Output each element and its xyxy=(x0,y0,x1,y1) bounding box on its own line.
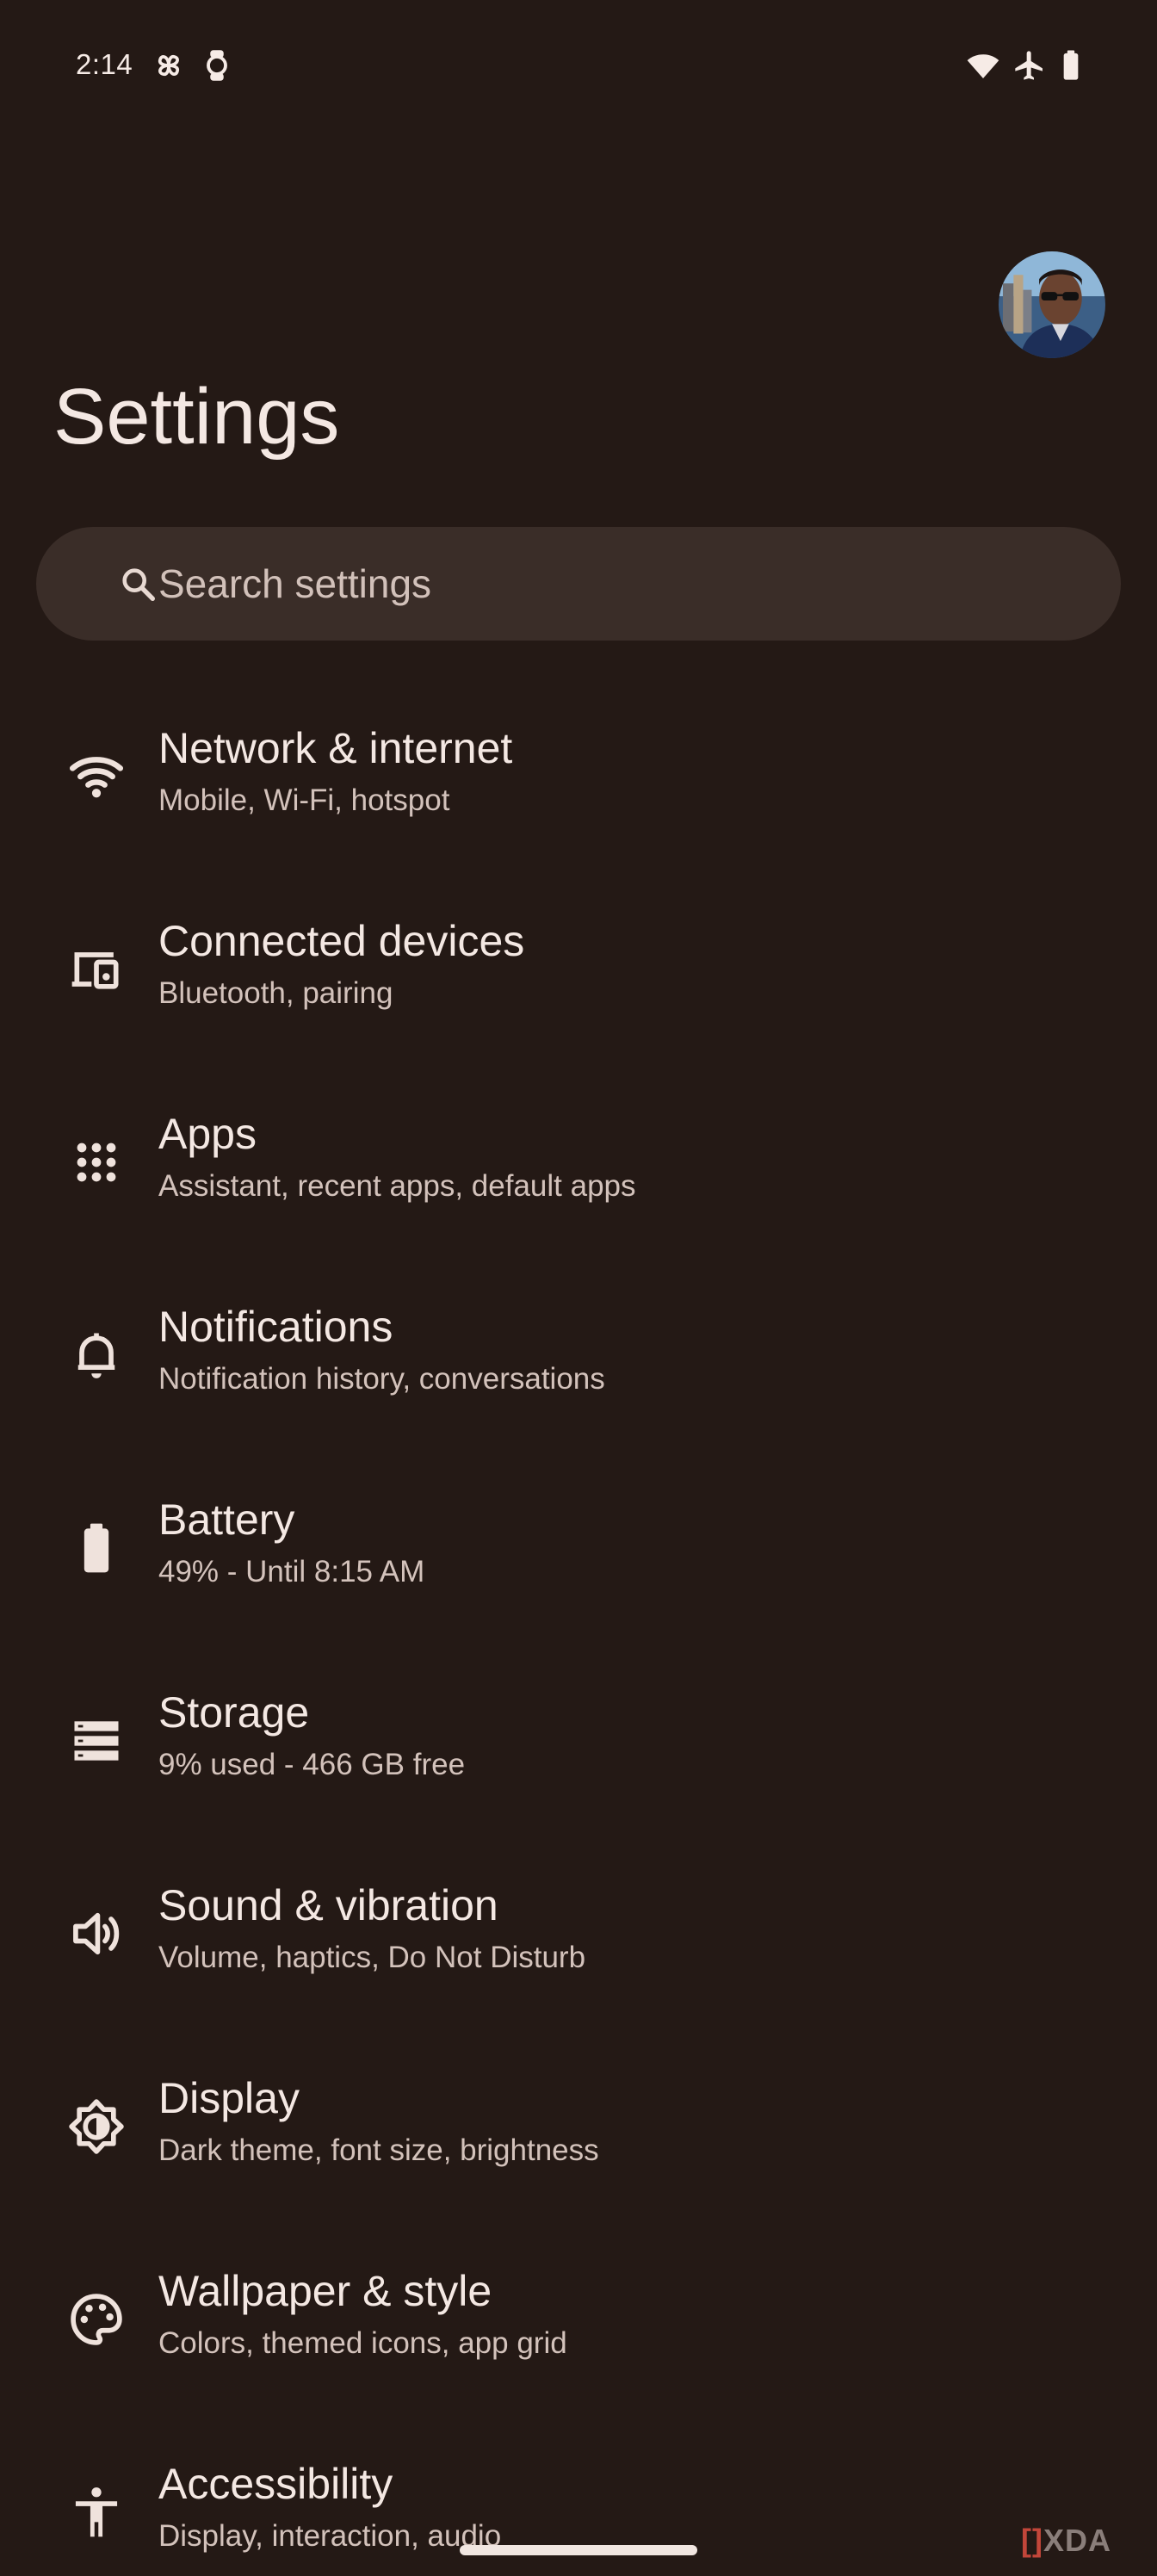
setting-title: Display xyxy=(158,2074,300,2122)
setting-title: Notifications xyxy=(158,1303,393,1351)
setting-title: Accessibility xyxy=(158,2460,393,2508)
setting-subtitle: Display, interaction, audio xyxy=(158,2519,502,2553)
speaker-icon xyxy=(67,1904,126,1963)
setting-subtitle: Assistant, recent apps, default apps xyxy=(158,1169,636,1203)
gesture-navigation-bar[interactable] xyxy=(460,2545,697,2555)
watermark-text: XDA xyxy=(1043,2523,1111,2558)
search-bar[interactable] xyxy=(36,527,1121,641)
setting-wallpaper-style[interactable]: Wallpaper & style Colors, themed icons, … xyxy=(0,2228,1157,2421)
setting-subtitle: Bluetooth, pairing xyxy=(158,976,393,1010)
setting-subtitle: Notification history, conversations xyxy=(158,1362,605,1396)
setting-subtitle: 49% - Until 8:15 AM xyxy=(158,1555,425,1588)
apps-grid-icon xyxy=(67,1133,126,1192)
search-icon xyxy=(119,565,158,604)
setting-battery[interactable]: Battery 49% - Until 8:15 AM xyxy=(0,1457,1157,1650)
airplane-mode-icon xyxy=(1012,48,1047,83)
setting-subtitle: 9% used - 466 GB free xyxy=(158,1748,466,1781)
pinwheel-icon xyxy=(152,48,186,83)
setting-display[interactable]: Display Dark theme, font size, brightnes… xyxy=(0,2035,1157,2228)
battery-icon xyxy=(1054,48,1088,83)
xda-watermark: []XDA xyxy=(1021,2523,1111,2559)
bell-icon xyxy=(67,1326,126,1384)
settings-list: Network & internet Mobile, Wi-Fi, hotspo… xyxy=(0,685,1157,2576)
brightness-icon xyxy=(67,2097,126,2156)
setting-title: Connected devices xyxy=(158,917,525,965)
setting-title: Storage xyxy=(158,1688,310,1737)
page-title: Settings xyxy=(53,373,340,461)
setting-subtitle: Dark theme, font size, brightness xyxy=(158,2133,599,2167)
accessibility-icon xyxy=(67,2483,126,2542)
watermark-bracket: [] xyxy=(1021,2523,1043,2558)
setting-subtitle: Mobile, Wi-Fi, hotspot xyxy=(158,783,450,817)
status-bar: 2:14 xyxy=(0,0,1157,129)
storage-icon xyxy=(67,1712,126,1770)
battery-icon xyxy=(67,1519,126,1577)
devices-icon xyxy=(67,940,126,999)
setting-notifications[interactable]: Notifications Notification history, conv… xyxy=(0,1264,1157,1457)
setting-title: Wallpaper & style xyxy=(158,2267,492,2315)
wifi-icon xyxy=(966,48,1000,83)
setting-title: Network & internet xyxy=(158,724,513,772)
setting-subtitle: Colors, themed icons, app grid xyxy=(158,2326,567,2360)
watch-icon xyxy=(200,48,234,83)
setting-title: Battery xyxy=(158,1495,295,1544)
setting-sound-vibration[interactable]: Sound & vibration Volume, haptics, Do No… xyxy=(0,1842,1157,2035)
wifi-icon xyxy=(67,747,126,806)
setting-title: Apps xyxy=(158,1110,257,1158)
setting-apps[interactable]: Apps Assistant, recent apps, default app… xyxy=(0,1071,1157,1264)
setting-network-internet[interactable]: Network & internet Mobile, Wi-Fi, hotspo… xyxy=(0,685,1157,878)
setting-title: Sound & vibration xyxy=(158,1881,498,1929)
setting-storage[interactable]: Storage 9% used - 466 GB free xyxy=(0,1650,1157,1842)
profile-avatar[interactable] xyxy=(999,251,1105,358)
setting-subtitle: Volume, haptics, Do Not Disturb xyxy=(158,1941,586,1974)
search-input[interactable] xyxy=(158,554,1019,613)
setting-connected-devices[interactable]: Connected devices Bluetooth, pairing xyxy=(0,878,1157,1071)
palette-icon xyxy=(67,2290,126,2349)
status-time: 2:14 xyxy=(76,48,133,80)
